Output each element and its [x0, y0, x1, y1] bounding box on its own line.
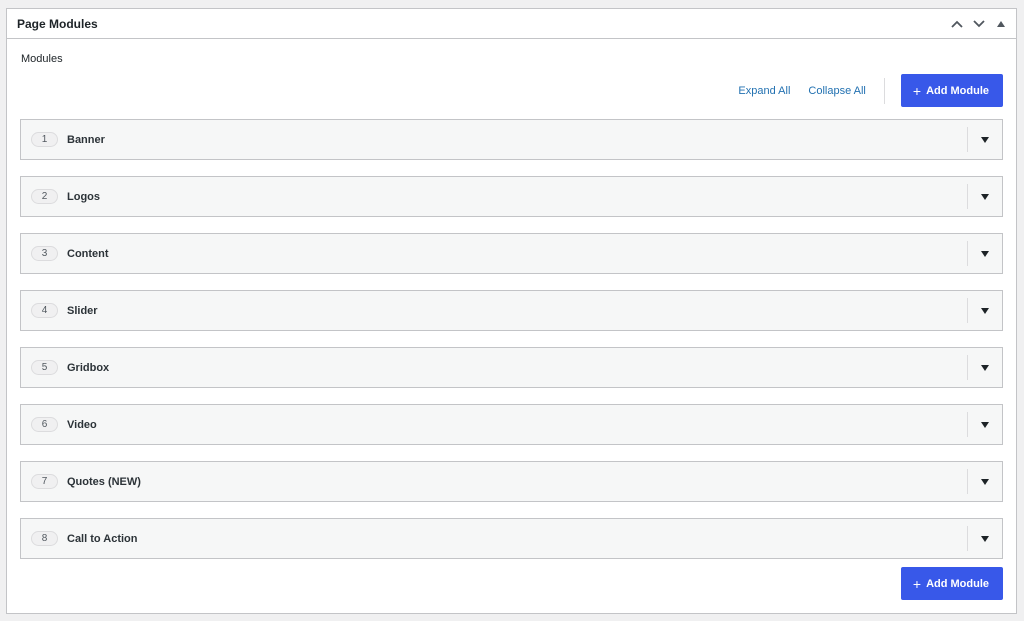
module-row[interactable]: 7 Quotes (NEW): [20, 461, 1003, 502]
caret-up-icon[interactable]: [992, 13, 1010, 35]
module-title: Video: [67, 418, 97, 431]
caret-down-icon[interactable]: [967, 355, 1002, 380]
module-order-badge: 4: [31, 303, 58, 318]
module-order-badge: 2: [31, 189, 58, 204]
caret-down-icon[interactable]: [967, 184, 1002, 209]
module-row[interactable]: 6 Video: [20, 404, 1003, 445]
postbox-header: Page Modules: [7, 9, 1016, 39]
module-order-badge: 3: [31, 246, 58, 261]
module-title: Quotes (NEW): [67, 475, 141, 488]
module-row[interactable]: 3 Content: [20, 233, 1003, 274]
module-title: Content: [67, 247, 109, 260]
chevron-down-icon[interactable]: [970, 13, 988, 35]
caret-down-icon[interactable]: [967, 412, 1002, 437]
module-title: Call to Action: [67, 532, 138, 545]
module-order-badge: 7: [31, 474, 58, 489]
expand-all-link[interactable]: Expand All: [738, 85, 790, 97]
module-title: Logos: [67, 190, 100, 203]
page-modules-postbox: Page Modules Modules Expand All Collapse…: [6, 8, 1017, 614]
add-module-label: Add Module: [926, 577, 989, 590]
module-order-badge: 1: [31, 132, 58, 147]
module-title: Gridbox: [67, 361, 110, 374]
caret-down-icon[interactable]: [967, 127, 1002, 152]
add-module-button-bottom[interactable]: + Add Module: [900, 567, 1003, 600]
module-row[interactable]: 4 Slider: [20, 290, 1003, 331]
handle-actions: [948, 13, 1010, 35]
module-row[interactable]: 1 Banner: [20, 119, 1003, 160]
module-title: Slider: [67, 304, 98, 317]
add-module-button-top[interactable]: + Add Module: [900, 74, 1003, 107]
caret-down-icon[interactable]: [967, 298, 1002, 323]
module-row[interactable]: 2 Logos: [20, 176, 1003, 217]
top-actions: Expand All Collapse All + Add Module: [738, 74, 1003, 107]
modules-field-label: Modules: [21, 53, 63, 65]
module-order-badge: 5: [31, 360, 58, 375]
module-order-badge: 8: [31, 531, 58, 546]
collapse-all-link[interactable]: Collapse All: [808, 85, 865, 97]
module-order-badge: 6: [31, 417, 58, 432]
module-row[interactable]: 8 Call to Action: [20, 518, 1003, 559]
module-title: Banner: [67, 133, 105, 146]
actions-divider: [883, 77, 885, 104]
bottom-actions: + Add Module: [900, 567, 1003, 600]
postbox-title: Page Modules: [17, 16, 98, 31]
chevron-up-icon[interactable]: [948, 13, 966, 35]
caret-down-icon[interactable]: [967, 241, 1002, 266]
caret-down-icon[interactable]: [967, 469, 1002, 494]
module-row[interactable]: 5 Gridbox: [20, 347, 1003, 388]
module-list: 1 Banner 2 Logos 3 Content 4 Slider 5 Gr…: [20, 119, 1003, 575]
plus-icon: +: [912, 82, 922, 99]
caret-down-icon[interactable]: [967, 526, 1002, 551]
plus-icon: +: [912, 575, 922, 592]
add-module-label: Add Module: [926, 84, 989, 97]
